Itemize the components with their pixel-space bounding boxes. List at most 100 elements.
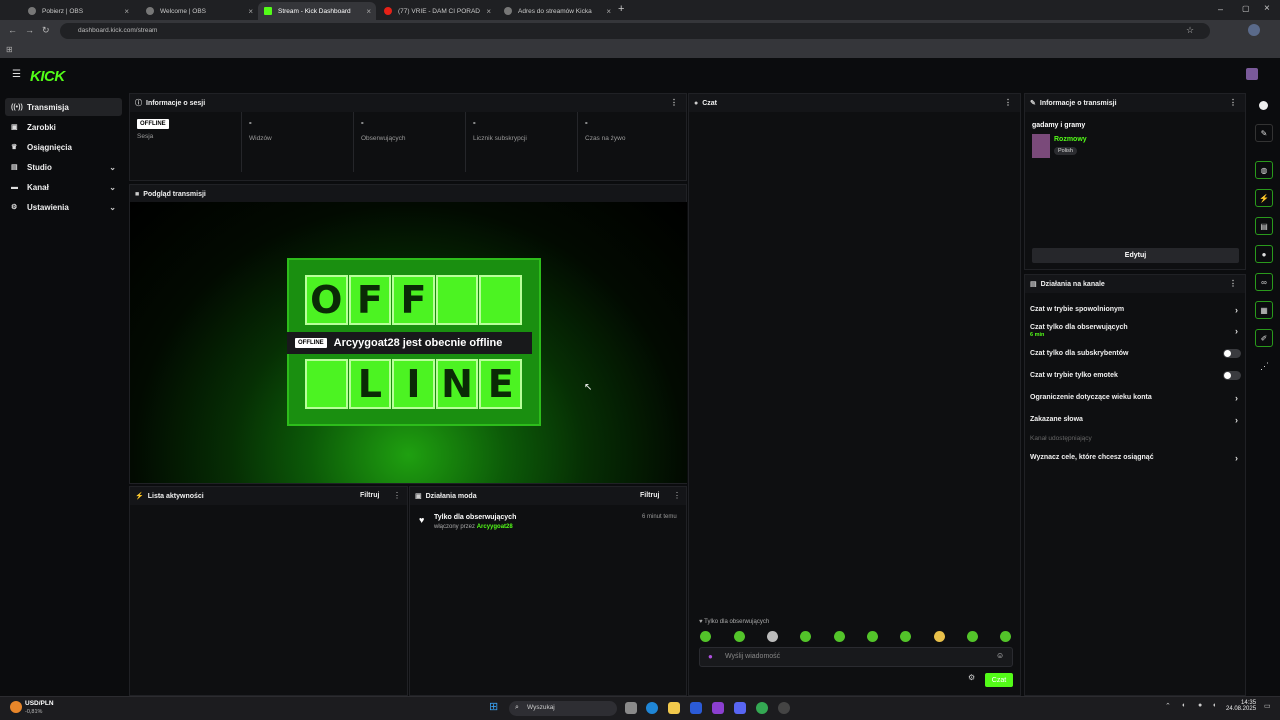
emote-icon[interactable] [800, 631, 811, 642]
edge-browser-icon[interactable] [646, 702, 658, 714]
stat-viewers: - Widzów [242, 112, 354, 172]
close-icon[interactable]: × [248, 7, 253, 16]
share-icon[interactable]: ⋰ [1260, 361, 1269, 372]
back-icon[interactable]: ← [8, 25, 17, 35]
microphone-icon[interactable]: ● [1198, 702, 1202, 709]
tray-chevron-icon[interactable]: ⌃ [1165, 702, 1171, 710]
subscribers-only-toggle[interactable] [1223, 349, 1241, 358]
emote-icon[interactable] [1000, 631, 1011, 642]
emote-icon[interactable] [867, 631, 878, 642]
sidebar-item-label: Kanał [27, 182, 49, 192]
category-link[interactable]: Rozmowy [1054, 136, 1087, 143]
emoji-picker-icon[interactable]: ☺ [996, 651, 1004, 660]
close-icon[interactable]: × [486, 7, 491, 16]
taskbar-search[interactable]: ⌕ Wyszukaj [509, 701, 617, 716]
discord-icon[interactable] [734, 702, 746, 714]
reload-icon[interactable]: ↻ [42, 25, 50, 36]
sidebar-item-transmisja[interactable]: ((•)) Transmisja [5, 98, 122, 116]
ticker-symbol[interactable]: USD/PLN [25, 700, 54, 707]
network-icon[interactable]: ◐ [1182, 702, 1186, 709]
wrench-icon[interactable]: ✐ [1255, 329, 1273, 347]
more-options-icon[interactable]: ⋮ [673, 491, 681, 500]
sidebar-item-zarobki[interactable]: ▣ Zarobki [5, 118, 122, 136]
tab-kick-stream-url[interactable]: Adres do streamów Kicka × [498, 2, 616, 20]
volume-icon[interactable]: ◖ [1212, 702, 1216, 709]
edit-button[interactable]: Edytuj [1032, 248, 1239, 263]
tab-obs-download[interactable]: Pobierz | OBS × [22, 2, 134, 20]
mask-icon[interactable]: ◍ [1255, 161, 1273, 179]
mod-entry-user[interactable]: Arcyygoat28 [477, 524, 513, 530]
forward-icon[interactable]: → [25, 25, 34, 35]
action-slow-mode[interactable]: Czat w trybie spowolnionym › [1030, 305, 1238, 315]
new-tab-icon[interactable]: + [618, 3, 624, 15]
microphone-icon[interactable]: ● [708, 652, 713, 661]
more-options-icon[interactable]: ⋮ [670, 98, 678, 107]
emote-icon[interactable] [834, 631, 845, 642]
panel-header: ✎ Informacje o transmisji ⋮ [1025, 94, 1245, 112]
more-options-icon[interactable]: ⋮ [1229, 279, 1237, 288]
emote-icon[interactable] [734, 631, 745, 642]
stocks-widget-icon[interactable] [10, 701, 22, 713]
action-banned-words[interactable]: Zakazane słowa › [1030, 415, 1238, 425]
emote-icon[interactable] [967, 631, 978, 642]
clipboard-icon[interactable]: ▤ [1255, 217, 1273, 235]
close-icon[interactable]: × [124, 7, 129, 16]
status-badge: OFFLINE [295, 338, 327, 348]
maximize-icon[interactable]: ▢ [1242, 4, 1250, 13]
emote-icon[interactable] [934, 631, 945, 642]
stat-label: Sesja [137, 133, 154, 140]
sidebar-item-kanal[interactable]: ▬ Kanał ⌄ [5, 178, 122, 196]
emote-icon[interactable] [700, 631, 711, 642]
task-view-icon[interactable] [625, 702, 637, 714]
more-options-icon[interactable]: ⋮ [393, 491, 401, 500]
tab-kick-dashboard[interactable]: Stream - Kick Dashboard × [258, 2, 376, 20]
emote-only-toggle[interactable] [1223, 371, 1241, 380]
url-input[interactable]: dashboard.kick.com/stream [60, 23, 1210, 39]
taskbar-clock[interactable]: 14:35 24.08.2025 [1226, 700, 1256, 712]
tab-obs-welcome[interactable]: Welcome | OBS × [140, 2, 258, 20]
tab-youtube[interactable]: (77) VRIE - DAM CI PORAD × [378, 2, 496, 20]
chat-send-button[interactable]: Czat [985, 673, 1013, 687]
file-explorer-icon[interactable] [668, 702, 680, 714]
panel-title: Czat [702, 99, 718, 107]
notifications-icon[interactable]: ▭ [1264, 702, 1271, 710]
more-options-icon[interactable]: ⋮ [1229, 98, 1237, 107]
more-options-icon[interactable]: ⋮ [1004, 98, 1012, 107]
pencil-icon[interactable]: ✎ [1255, 124, 1273, 142]
action-account-age[interactable]: Ograniczenie dotyczące wieku konta › [1030, 393, 1238, 403]
lightning-icon[interactable]: ⚡ [1255, 189, 1273, 207]
kick-logo[interactable]: KICK [30, 68, 65, 85]
chat-bubble-icon[interactable]: ● [1255, 245, 1273, 263]
action-set-goals[interactable]: Wyznacz cele, które chcesz osiągnąć › [1030, 453, 1238, 463]
windows-start-icon[interactable]: ⊞ [489, 702, 498, 713]
status-dot-icon[interactable] [1259, 101, 1268, 110]
hamburger-menu-icon[interactable]: ☰ [12, 69, 21, 80]
chat-message-input[interactable]: ● Wyślij wiadomość ☺ [699, 647, 1013, 667]
link-icon[interactable]: ∞ [1255, 273, 1273, 291]
store-icon[interactable] [690, 702, 702, 714]
sign-letter: F [392, 275, 435, 325]
close-icon[interactable]: × [366, 7, 371, 16]
emote-icon[interactable] [900, 631, 911, 642]
user-avatar[interactable] [1246, 68, 1258, 80]
obs-icon[interactable] [778, 702, 790, 714]
filter-button[interactable]: Filtruj [640, 492, 659, 499]
profile-avatar[interactable] [1248, 24, 1260, 36]
stat-value: - [361, 118, 364, 127]
chrome-icon[interactable] [756, 702, 768, 714]
action-followers-only[interactable]: Czat tylko dla obserwujących › 6 min [1030, 324, 1238, 338]
bookmark-star-icon[interactable]: ☆ [1186, 25, 1194, 36]
chat-settings-gear-icon[interactable]: ⚙ [968, 673, 975, 682]
emote-icon[interactable] [767, 631, 778, 642]
app-icon[interactable] [712, 702, 724, 714]
document-icon[interactable]: ▦ [1255, 301, 1273, 319]
minimize-icon[interactable]: – [1218, 4, 1223, 14]
sidebar-item-studio[interactable]: ▤ Studio ⌄ [5, 158, 122, 176]
sidebar-item-osiagniecia[interactable]: ♛ Osiągnięcia [5, 138, 122, 156]
close-window-icon[interactable]: × [1264, 3, 1270, 14]
close-icon[interactable]: × [606, 7, 611, 16]
tab-label: Stream - Kick Dashboard [278, 7, 351, 15]
filter-button[interactable]: Filtruj [360, 492, 379, 499]
sidebar-item-ustawienia[interactable]: ⚙ Ustawienia ⌄ [5, 198, 122, 216]
apps-grid-icon[interactable]: ⊞ [6, 45, 13, 54]
